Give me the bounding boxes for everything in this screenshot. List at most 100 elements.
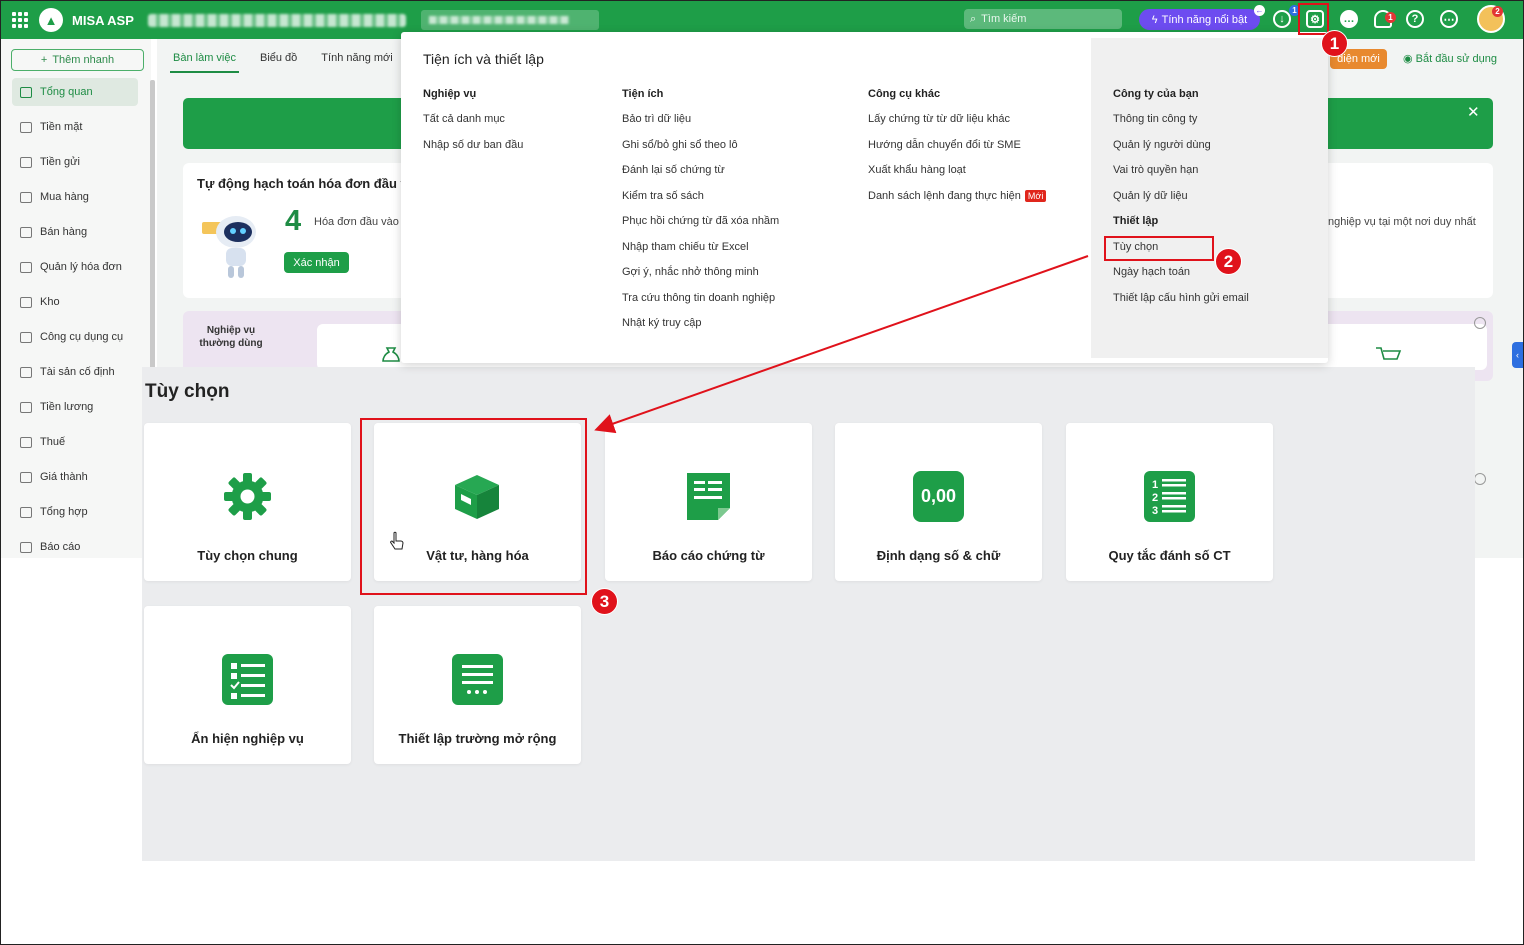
sidebar-item-label: Giá thành — [40, 471, 88, 483]
app-title: MISA ASP — [72, 12, 134, 28]
link-import-other-data[interactable]: Lấy chứng từ từ dữ liệu khác — [868, 113, 1046, 139]
sidebar-item-label: Công cụ dụng cụ — [40, 331, 124, 343]
cart-icon — [20, 226, 32, 238]
sidebar-item-cash[interactable]: Tiền mặt — [12, 113, 138, 141]
invoice-count: 4 — [285, 205, 302, 237]
sidebar-item-tax[interactable]: Thuế — [12, 428, 138, 456]
new-badge: Mới — [1024, 189, 1047, 202]
link-smart-reminders[interactable]: Gợi ý, nhắc nhở thông minh — [622, 266, 779, 292]
misa-logo: ▲ — [39, 8, 63, 32]
link-opening-balance[interactable]: Nhập số dư ban đầu — [423, 139, 523, 165]
link-business-lookup[interactable]: Tra cứu thông tin doanh nghiệp — [622, 292, 779, 318]
database-selector-redacted[interactable] — [420, 10, 599, 30]
link-import-excel[interactable]: Nhập tham chiếu từ Excel — [622, 241, 779, 267]
option-card-show-hide-operations[interactable]: Ẩn hiện nghiệp vụ — [144, 606, 351, 764]
link-email-config[interactable]: Thiết lập cấu hình gửi email — [1113, 292, 1249, 318]
document-icon — [687, 473, 730, 520]
sidebar-item-sales[interactable]: Bán hàng — [12, 218, 138, 246]
sidebar-item-fixed-assets[interactable]: Tài sản cố định — [12, 358, 138, 386]
option-card-number-format[interactable]: 0,00 Định dạng số & chữ — [835, 423, 1042, 581]
notification-badge: 1 — [1385, 12, 1396, 23]
link-renumber-vouchers[interactable]: Đánh lại số chứng từ — [622, 164, 779, 190]
svg-text:1: 1 — [1152, 479, 1158, 491]
step-badge-1: 1 — [1321, 30, 1348, 57]
sidebar-item-report[interactable]: Báo cáo — [12, 533, 138, 561]
sidebar-item-overview[interactable]: Tổng quan — [12, 78, 138, 106]
bank-icon — [20, 156, 32, 168]
column-company: Công ty của bạn Thông tin công ty Quản l… — [1113, 88, 1249, 317]
cash-icon — [20, 121, 32, 133]
link-roles-permissions[interactable]: Vai trò quyền hạn — [1113, 164, 1249, 190]
sidebar-item-purchase[interactable]: Mua hàng — [12, 183, 138, 211]
section-settings-icon[interactable] — [1474, 473, 1486, 485]
right-description: nghiệp vụ tại một nơi duy nhất — [1328, 216, 1476, 228]
tab-workspace[interactable]: Bàn làm việc — [170, 45, 239, 73]
sidebar-item-salary[interactable]: Tiền lương — [12, 393, 138, 421]
link-batch-posting[interactable]: Ghi sổ/bỏ ghi sổ theo lô — [622, 139, 779, 165]
option-label: Thiết lập trường mở rộng — [398, 731, 557, 746]
tab-new-features[interactable]: Tính năng mới — [318, 45, 395, 73]
main-tabs: Bàn làm việc Biểu đồ Tính năng mới — [170, 45, 396, 73]
sidebar-item-label: Mua hàng — [40, 191, 89, 203]
sidebar-item-label: Báo cáo — [40, 541, 81, 553]
option-card-numbering-rules[interactable]: 1 2 3 Quy tắc đánh số CT — [1066, 423, 1273, 581]
app-menu-icon[interactable] — [12, 12, 28, 28]
link-access-log[interactable]: Nhật ký truy cập — [622, 317, 779, 343]
more-icon[interactable]: ⋯ — [1440, 10, 1458, 28]
start-use-link[interactable]: ◉ Bắt đầu sử dụng — [1403, 52, 1497, 65]
link-data-management[interactable]: Quản lý dữ liệu — [1113, 190, 1249, 216]
column-other-tools: Công cụ khác Lấy chứng từ từ dữ liệu khá… — [868, 88, 1047, 216]
quick-add-button[interactable]: + Thêm nhanh — [11, 49, 144, 71]
grid-icon — [20, 86, 32, 98]
sidebar-item-label: Tiền lương — [40, 401, 94, 413]
tax-icon — [20, 436, 32, 448]
ops-settings-icon[interactable] — [1474, 317, 1486, 329]
highlight-settings — [1298, 3, 1329, 35]
sidebar-item-tools[interactable]: Công cụ dụng cụ — [12, 323, 138, 351]
step-badge-3: 3 — [591, 588, 618, 615]
option-label: Ẩn hiện nghiệp vụ — [191, 731, 304, 746]
sidebar-item-label: Bán hàng — [40, 226, 88, 238]
sidebar-item-cost[interactable]: Giá thành — [12, 463, 138, 491]
collapse-panel-icon[interactable]: ‹ — [1512, 342, 1523, 368]
sidebar-item-warehouse[interactable]: Kho — [12, 288, 138, 316]
link-running-commands[interactable]: Danh sách lệnh đang thực hiện Mới — [868, 189, 1047, 216]
link-bulk-export[interactable]: Xuất khẩu hàng loạt — [868, 164, 1046, 190]
link-restore-deleted[interactable]: Phục hồi chứng từ đã xóa nhầm — [622, 215, 779, 241]
link-check-books[interactable]: Kiểm tra số sách — [622, 190, 779, 216]
auto-accounting-title: Tự động hạch toán hóa đơn đầu v — [197, 176, 408, 191]
lightning-icon: ϟ — [1151, 13, 1158, 26]
column-heading: Nghiệp vụ — [423, 88, 477, 100]
link-all-categories[interactable]: Tất cả danh mục — [423, 113, 523, 139]
link-sme-conversion-guide[interactable]: Hướng dẫn chuyển đổi từ SME — [868, 139, 1046, 165]
link-data-maintenance[interactable]: Bảo trì dữ liệu — [622, 113, 779, 139]
avatar-badge: 2 — [1492, 6, 1503, 17]
sidebar-item-invoice[interactable]: Quản lý hóa đơn — [12, 253, 138, 281]
search-input[interactable]: ⌕ Tìm kiếm — [964, 9, 1122, 29]
close-icon[interactable]: ✕ — [1467, 103, 1480, 121]
svg-text:3: 3 — [1152, 505, 1158, 517]
option-card-general[interactable]: Tùy chọn chung — [144, 423, 351, 581]
link-user-management[interactable]: Quản lý người dùng — [1113, 139, 1249, 165]
option-label: Tùy chọn chung — [197, 548, 298, 563]
featured-button[interactable]: ϟ Tính năng nổi bật — [1139, 9, 1260, 30]
cost-icon — [20, 471, 32, 483]
sidebar-item-label: Kho — [40, 296, 60, 308]
option-card-extended-fields[interactable]: Thiết lập trường mở rộng — [374, 606, 581, 764]
option-card-voucher-report[interactable]: Báo cáo chứng từ — [605, 423, 812, 581]
chat-icon[interactable]: … — [1340, 10, 1358, 28]
tab-charts[interactable]: Biểu đồ — [257, 45, 300, 73]
sidebar-item-summary[interactable]: Tổng hợp — [12, 498, 138, 526]
sidebar-item-deposit[interactable]: Tiền gửi — [12, 148, 138, 176]
options-panel: Tùy chọn Tùy chọn chung Vật tư, hàng hóa — [142, 367, 1475, 861]
truck-icon — [20, 366, 32, 378]
download-icon[interactable]: ↓ — [1273, 10, 1291, 28]
highlight-materials-card — [360, 418, 587, 595]
company-name-redacted — [147, 13, 406, 27]
option-label: Định dạng số & chữ — [876, 548, 1001, 563]
link-company-info[interactable]: Thông tin công ty — [1113, 113, 1249, 139]
confirm-button[interactable]: Xác nhận — [284, 252, 349, 273]
option-label: Quy tắc đánh số CT — [1108, 548, 1231, 563]
number-format-icon: 0,00 — [913, 471, 964, 522]
help-icon[interactable]: ? — [1406, 10, 1424, 28]
